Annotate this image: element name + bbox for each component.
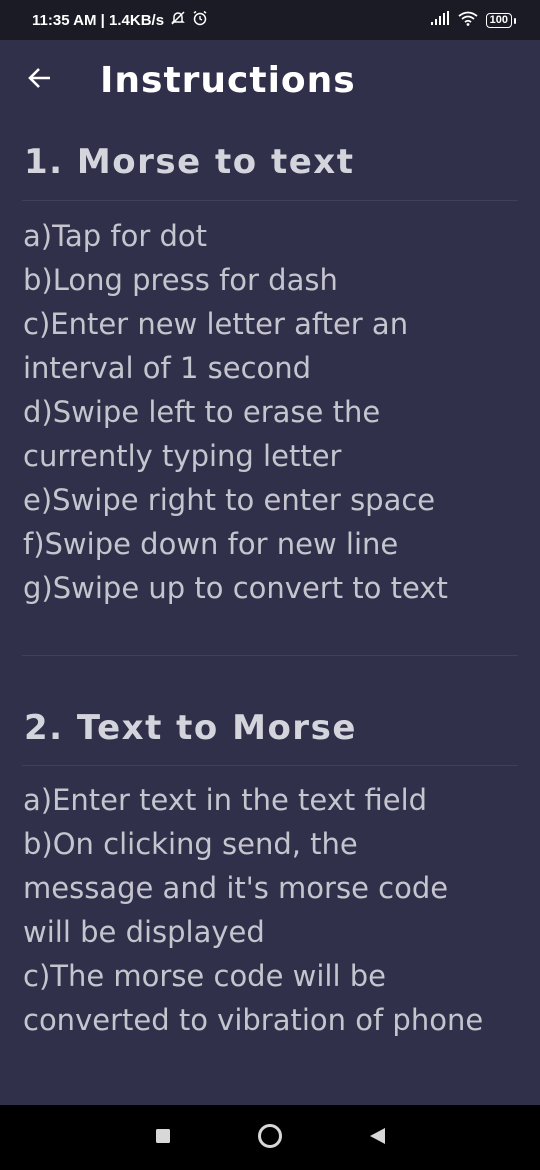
battery-indicator: 100 [485,12,517,28]
instruction-line: b)On clicking send, the [23,827,358,861]
divider [22,200,518,201]
alarm-icon [192,10,208,30]
status-bar: 11:35 AM | 1.4KB/s 100 [0,0,540,40]
status-right: 100 [430,11,517,30]
app-bar: Instructions [0,40,540,120]
instruction-line: f)Swipe down for new line [23,527,399,561]
instruction-line: a)Enter text in the text field [23,783,428,817]
instruction-line: currently typing letter [23,439,342,473]
page-title: Instructions [100,59,356,101]
status-left: 11:35 AM | 1.4KB/s [32,10,208,30]
arrow-left-icon [27,65,53,95]
section-list-morse-to-text: a)Tap for dot b)Long press for dash c)En… [0,214,464,610]
instruction-line: message and it's morse code [23,871,449,905]
triangle-icon [368,1126,386,1150]
section-list-text-to-morse: a)Enter text in the text field b)On clic… [0,778,499,1042]
signal-icon [430,11,450,29]
instruction-line: interval of 1 second [23,351,312,385]
circle-icon [257,1123,283,1153]
home-button[interactable] [250,1118,290,1158]
section-title-text-to-morse: 2. Text to Morse [24,708,357,748]
instruction-line: c)The morse code will be [23,959,387,993]
status-time-speed: 11:35 AM | 1.4KB/s [32,11,165,29]
instruction-line: c)Enter new letter after an [23,307,409,341]
back-button[interactable] [16,56,64,104]
wifi-icon [458,11,478,30]
instruction-line: d)Swipe left to erase the [23,395,381,429]
section-title-morse-to-text: 1. Morse to text [24,142,355,182]
instruction-line: will be displayed [23,915,265,949]
instruction-line: g)Swipe up to convert to text [23,571,448,605]
square-icon [155,1128,171,1148]
instruction-line: a)Tap for dot [23,219,208,253]
instruction-line: b)Long press for dash [23,263,338,297]
system-nav-bar [0,1105,540,1170]
bell-off-icon [170,10,186,30]
instructions-content[interactable]: 1. Morse to text a)Tap for dot b)Long pr… [0,120,540,1105]
divider [22,765,518,766]
recents-button[interactable] [143,1118,183,1158]
instruction-line: converted to vibration of phone [23,1003,484,1037]
instruction-line: e)Swipe right to enter space [23,483,436,517]
divider [22,655,518,656]
back-nav-button[interactable] [357,1118,397,1158]
